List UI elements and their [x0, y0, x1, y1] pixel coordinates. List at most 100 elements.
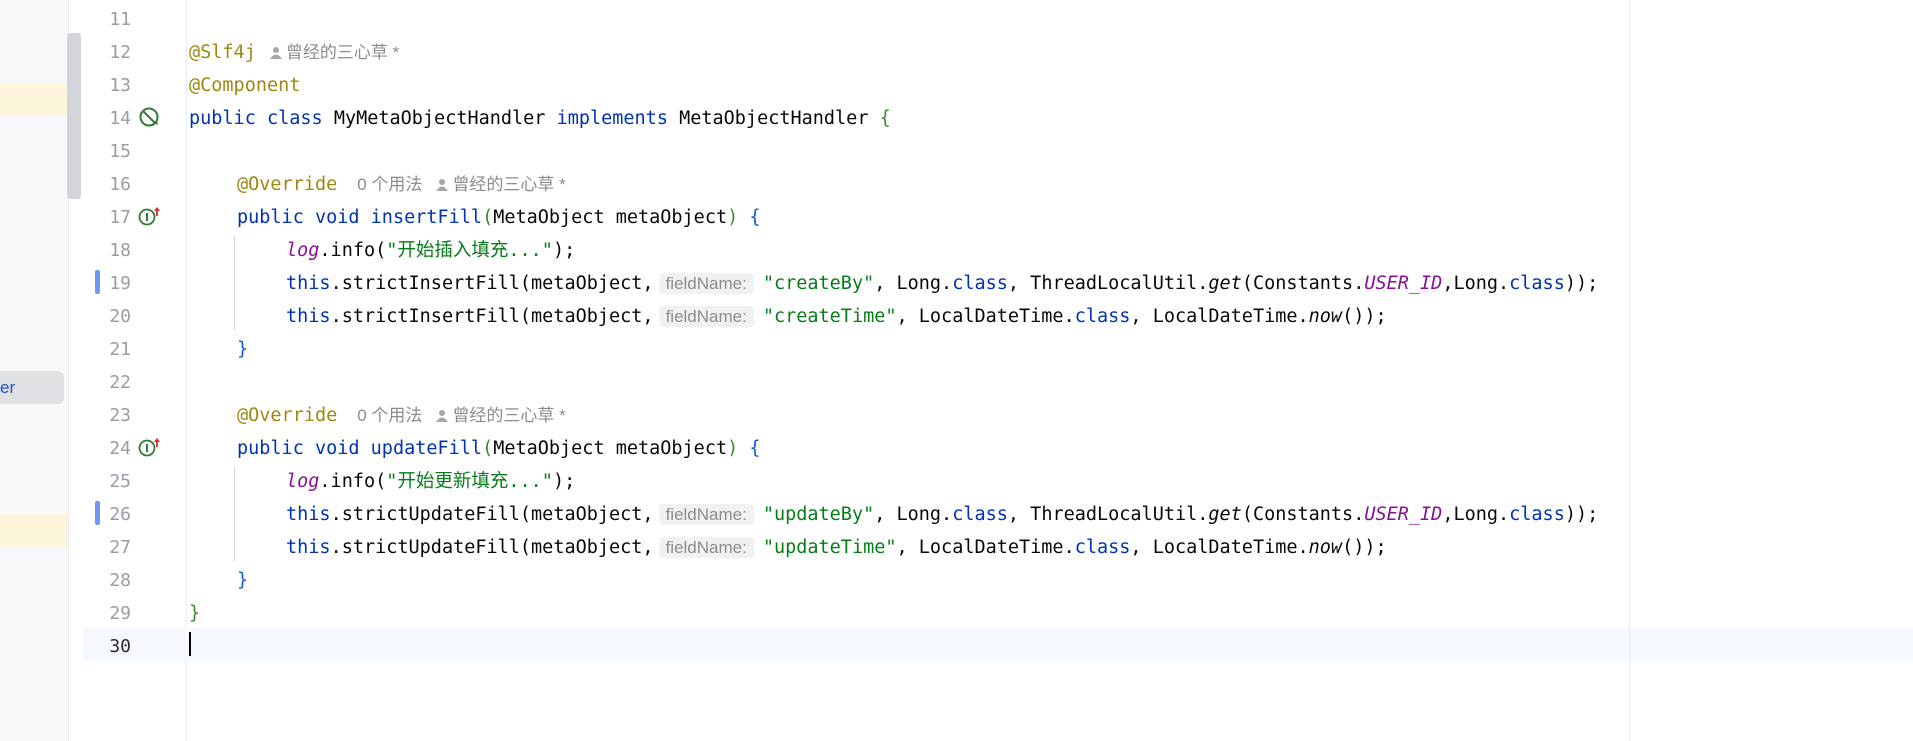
- code-line-24[interactable]: public void updateFill(MetaObject metaOb…: [237, 432, 761, 465]
- line-number: 17: [109, 207, 131, 228]
- right-margin-guide: [1629, 0, 1630, 741]
- line-number: 28: [109, 570, 131, 591]
- code-text: ());: [1342, 306, 1387, 327]
- code-line-19[interactable]: this.strictInsertFill(metaObject, fieldNa…: [286, 267, 1598, 300]
- code-line-18[interactable]: log.info("开始插入填充...");: [286, 234, 575, 267]
- no-bean-icon[interactable]: [137, 102, 165, 135]
- paren: ): [727, 207, 739, 228]
- line-number: 12: [109, 42, 131, 63]
- keyword: void: [314, 207, 360, 228]
- params: MetaObject metaObject: [493, 207, 728, 228]
- indent-guide: [234, 236, 235, 330]
- code-text: (Constants.: [1241, 273, 1365, 294]
- keyword: class: [1509, 273, 1565, 294]
- line-number: 13: [109, 75, 131, 96]
- project-tree-highlight-row: [0, 514, 68, 547]
- code-text: , LocalDateTime.: [896, 306, 1075, 327]
- annotation: @Slf4j: [189, 42, 256, 63]
- keyword: public: [237, 207, 304, 228]
- method-call: .strictInsertFill(metaObject,: [330, 306, 654, 327]
- keyword: implements: [556, 108, 668, 129]
- brace: {: [749, 207, 761, 228]
- code-text: ,Long.: [1442, 273, 1510, 294]
- user-icon: [269, 47, 282, 59]
- method-call: .strictUpdateFill(metaObject,: [330, 537, 654, 558]
- keyword: public: [237, 438, 304, 459]
- annotation: @Component: [189, 75, 301, 96]
- project-tree-selected-item[interactable]: er: [0, 371, 64, 404]
- code-text: ));: [1564, 504, 1599, 525]
- author-hint[interactable]: 曾经的三心草 *: [286, 43, 399, 62]
- vcs-change-marker[interactable]: [95, 501, 100, 525]
- project-tool-window[interactable]: er: [0, 0, 69, 741]
- keyword: this: [286, 273, 331, 294]
- code-line-20[interactable]: this.strictInsertFill(metaObject, fieldNa…: [286, 300, 1387, 333]
- keyword: class: [266, 108, 323, 129]
- line-number: 25: [109, 471, 131, 492]
- code-line-12[interactable]: @Slf4j 曾经的三心草 *: [189, 36, 399, 69]
- code-text: ,Long.: [1442, 504, 1510, 525]
- static-method: get: [1208, 504, 1242, 525]
- indent-guide: [234, 467, 235, 561]
- code-line-14[interactable]: public class MyMetaObjectHandler impleme…: [189, 102, 891, 135]
- keyword: this: [286, 306, 331, 327]
- string-literal: "开始更新填充...": [386, 471, 553, 492]
- parameter-hint: fieldName:: [658, 504, 754, 525]
- code-line-25[interactable]: log.info("开始更新填充...");: [286, 465, 575, 498]
- code-text: );: [552, 240, 576, 261]
- code-text: );: [552, 471, 576, 492]
- code-line-17[interactable]: public void insertFill(MetaObject metaOb…: [237, 201, 761, 234]
- paren: ): [727, 438, 739, 459]
- implements-method-icon[interactable]: [137, 201, 165, 234]
- code-line-13[interactable]: @Component: [189, 69, 300, 102]
- code-line-27[interactable]: this.strictUpdateFill(metaObject, fieldNa…: [286, 531, 1387, 564]
- static-method: now: [1308, 306, 1343, 327]
- annotation: @Override: [237, 405, 338, 426]
- code-line-16[interactable]: @Override 0 个用法 曾经的三心草 *: [237, 168, 566, 201]
- author-hint[interactable]: 曾经的三心草 *: [452, 406, 565, 425]
- vcs-change-marker[interactable]: [95, 270, 100, 294]
- code-text: ));: [1564, 273, 1599, 294]
- class-name: MyMetaObjectHandler: [333, 108, 546, 129]
- usages-hint[interactable]: 0 个用法: [357, 406, 422, 425]
- static-method: get: [1208, 273, 1242, 294]
- code-line-26[interactable]: this.strictUpdateFill(metaObject, fieldNa…: [286, 498, 1598, 531]
- user-icon: [436, 179, 449, 191]
- params: MetaObject metaObject: [493, 438, 728, 459]
- line-number: 22: [109, 372, 131, 393]
- log-field: log: [286, 471, 320, 492]
- code-line-28[interactable]: }: [237, 564, 248, 597]
- line-number: 18: [109, 240, 131, 261]
- line-number: 16: [109, 174, 131, 195]
- line-number: 15: [109, 141, 131, 162]
- keyword: class: [1509, 504, 1565, 525]
- code-text: (Constants.: [1241, 504, 1365, 525]
- line-number: 19: [109, 273, 131, 294]
- usages-hint[interactable]: 0 个用法: [357, 175, 422, 194]
- keyword: this: [286, 504, 331, 525]
- log-field: log: [286, 240, 320, 261]
- project-tree-scrollbar[interactable]: [67, 33, 81, 199]
- static-method: now: [1308, 537, 1343, 558]
- static-field: USER_ID: [1364, 273, 1443, 294]
- string-literal: "updateTime": [762, 537, 897, 558]
- code-line-21[interactable]: }: [237, 333, 248, 366]
- line-number: 11: [109, 9, 131, 30]
- code-line-29[interactable]: }: [189, 597, 200, 630]
- method-call: .info(: [319, 240, 387, 261]
- static-field: USER_ID: [1364, 504, 1443, 525]
- brace: }: [237, 570, 249, 591]
- keyword: class: [952, 504, 1008, 525]
- brace: {: [879, 108, 891, 129]
- implements-method-icon[interactable]: [137, 432, 165, 465]
- brace: }: [237, 339, 249, 360]
- line-number: 26: [109, 504, 131, 525]
- parameter-hint: fieldName:: [658, 306, 754, 327]
- code-line-23[interactable]: @Override 0 个用法 曾经的三心草 *: [237, 399, 566, 432]
- author-hint[interactable]: 曾经的三心草 *: [452, 175, 565, 194]
- parameter-hint: fieldName:: [658, 273, 754, 294]
- string-literal: "开始插入填充...": [386, 240, 553, 261]
- code-text: , Long.: [874, 504, 953, 525]
- line-number: 14: [109, 108, 131, 129]
- method-name: updateFill: [370, 438, 483, 459]
